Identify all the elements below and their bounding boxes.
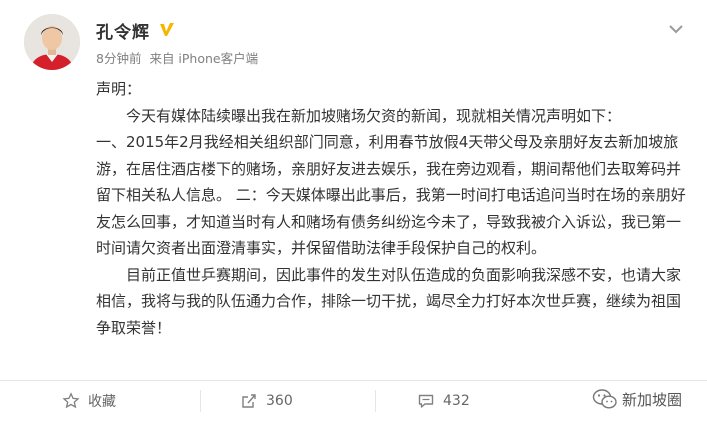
comment-count: 432	[443, 393, 470, 409]
repost-count: 360	[266, 393, 293, 409]
divider	[200, 390, 201, 412]
wechat-icon	[592, 389, 617, 409]
favorite-label: 收藏	[88, 394, 116, 410]
statement-heading: 声明：	[96, 80, 142, 98]
share-square-icon	[242, 394, 256, 408]
post-body: 声明： 今天有媒体陆续曝出我在新加坡赌场欠资的新闻，现就相关情况声明如下： 一、…	[96, 76, 694, 341]
chevron-down-icon[interactable]	[665, 18, 687, 40]
statement-paragraph: 目前正值世乒赛期间，因此事件的发生对队伍造成的负面影响我深感不安，也请大家相信，…	[96, 265, 682, 337]
comment-bubble-icon	[418, 394, 434, 408]
weibo-post-card: 孔令辉 8分钟前 来自 iPhone客户端 声明： 今天有媒体陆续曝出我在新加坡…	[0, 0, 707, 433]
comment-button[interactable]: 432	[417, 381, 470, 421]
verified-v-badge-icon[interactable]	[157, 20, 177, 40]
post-meta: 8分钟前 来自 iPhone客户端	[96, 48, 258, 67]
star-icon	[62, 392, 80, 409]
post-time[interactable]: 8分钟前	[96, 48, 141, 67]
watermark: 新加坡圈	[592, 388, 682, 410]
author-row: 孔令辉	[96, 18, 177, 43]
post-source: 来自 iPhone客户端	[149, 51, 259, 66]
avatar[interactable]	[24, 14, 80, 70]
author-name[interactable]: 孔令辉	[96, 18, 150, 43]
avatar-photo	[24, 14, 80, 70]
watermark-text: 新加坡圈	[622, 390, 683, 409]
favorite-button[interactable]: 收藏	[62, 381, 116, 421]
repost-button[interactable]: 360	[240, 381, 293, 421]
divider	[375, 390, 376, 412]
statement-paragraph: 一、2015年2月我经相关组织部门同意，利用春节放假4天带父母及亲朋好友去新加坡…	[96, 133, 686, 257]
statement-paragraph: 今天有媒体陆续曝出我在新加坡赌场欠资的新闻，现就相关情况声明如下：	[126, 106, 622, 125]
